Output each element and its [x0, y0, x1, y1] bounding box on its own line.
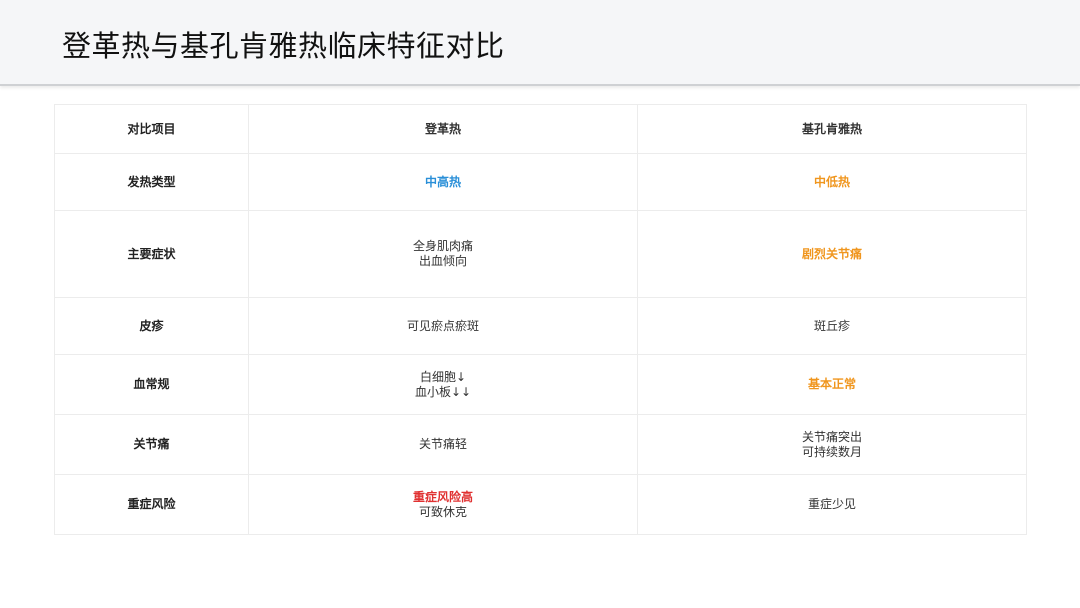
chikungunya-cell: 关节痛突出 可持续数月: [637, 414, 1027, 475]
row-label: 关节痛: [54, 414, 249, 475]
table-row-severe-risk: 重症风险 重症风险高 可致休克 重症少见: [54, 474, 1027, 535]
chikungunya-value: 中低热: [813, 174, 850, 189]
dengue-value: 可致休克: [418, 504, 467, 519]
table-row-main-symptoms: 主要症状 全身肌肉痛 出血倾向 剧烈关节痛: [54, 210, 1027, 298]
dengue-value: 出血倾向: [418, 254, 467, 268]
chikungunya-cell: 剧烈关节痛: [637, 210, 1027, 298]
chikungunya-value: 剧烈关节痛: [801, 246, 862, 261]
dengue-cell: 中高热: [248, 153, 638, 211]
header-dengue-cell: 登革热: [248, 104, 638, 154]
dengue-cell: 可见瘀点瘀斑: [248, 297, 638, 355]
table-row-rash: 皮疹 可见瘀点瘀斑 斑丘疹: [54, 297, 1027, 355]
dengue-value: 白细胞↓: [419, 369, 467, 384]
dengue-value: 全身肌肉痛: [412, 239, 473, 253]
row-label: 主要症状: [54, 210, 249, 298]
page-title: 登革热与基孔肯雅热临床特征对比: [62, 29, 505, 63]
chikungunya-value: 可持续数月: [801, 444, 862, 459]
dengue-cell: 关节痛轻: [248, 414, 638, 475]
header-chikungunya-cell: 基孔肯雅热: [637, 104, 1027, 154]
table-row-joint-pain: 关节痛 关节痛轻 关节痛突出 可持续数月: [54, 414, 1027, 475]
chikungunya-cell: 中低热: [637, 153, 1027, 211]
dengue-cell: 全身肌肉痛 出血倾向: [248, 210, 638, 298]
row-label: 皮疹: [54, 297, 249, 355]
chikungunya-value: 重症少见: [807, 497, 856, 511]
row-label: 重症风险: [54, 474, 249, 535]
header-label-cell: 对比项目: [54, 104, 249, 154]
table-row-fever-type: 发热类型 中高热 中低热: [54, 153, 1027, 211]
title-bar: 登革热与基孔肯雅热临床特征对比: [0, 0, 1080, 86]
dengue-cell: 白细胞↓ 血小板↓↓: [248, 354, 638, 415]
dengue-value: 重症风险高: [412, 489, 473, 504]
table-header-row: 对比项目 登革热 基孔肯雅热: [54, 104, 1027, 154]
chikungunya-value: 斑丘疹: [813, 318, 850, 333]
chikungunya-value: 关节痛突出: [801, 429, 862, 444]
row-label: 发热类型: [54, 153, 249, 211]
dengue-cell: 重症风险高 可致休克: [248, 474, 638, 535]
chikungunya-cell: 斑丘疹: [637, 297, 1027, 355]
chikungunya-cell: 基本正常: [637, 354, 1027, 415]
dengue-value: 可见瘀点瘀斑: [406, 318, 479, 333]
row-label: 血常规: [54, 354, 249, 415]
dengue-value: 中高热: [424, 174, 461, 189]
chikungunya-cell: 重症少见: [637, 474, 1027, 535]
table-row-blood-routine: 血常规 白细胞↓ 血小板↓↓ 基本正常: [54, 354, 1027, 415]
comparison-table: 对比项目 登革热 基孔肯雅热 发热类型 中高热 中低热 主要症状 全身肌肉痛 出…: [54, 104, 1027, 535]
dengue-value: 血小板↓↓: [414, 384, 472, 399]
dengue-value: 关节痛轻: [418, 437, 467, 451]
chikungunya-value: 基本正常: [807, 377, 856, 391]
